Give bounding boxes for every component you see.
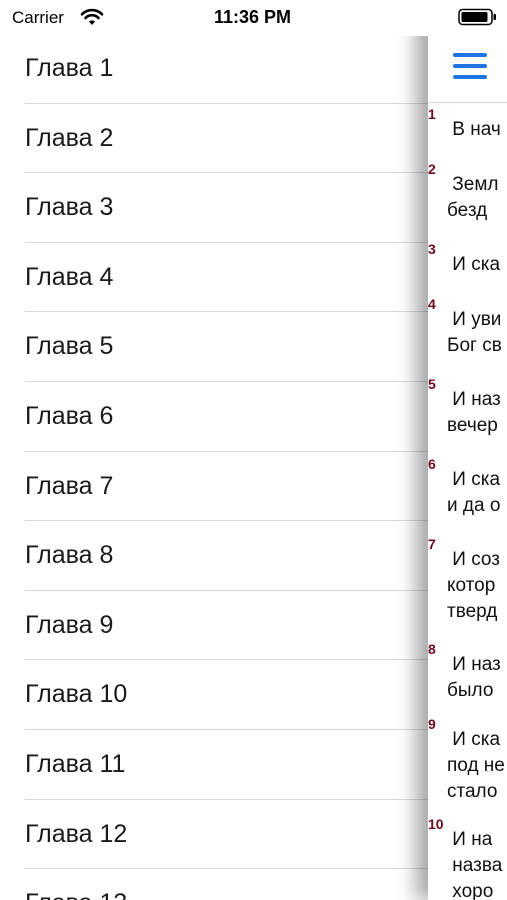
verse-text-line: безд	[447, 200, 488, 221]
status-bar: Carrier 11:36 PM	[0, 0, 507, 36]
chapter-row[interactable]: Глава 1	[0, 34, 428, 104]
chapter-label: Глава 4	[25, 262, 114, 291]
verse-text-line: вечер	[447, 415, 498, 436]
verse: 5 И наз вечер	[428, 372, 507, 452]
verse-text-line: И соз	[447, 549, 500, 570]
verse-text-line: стало	[447, 781, 498, 802]
verse-number: 9	[428, 716, 436, 732]
chapter-label: Глава 7	[25, 471, 114, 500]
chapter-label: Глава 10	[25, 680, 128, 709]
chapter-row[interactable]: Глава 4	[0, 243, 428, 313]
verse-number: 8	[428, 641, 436, 657]
chapter-row[interactable]: Глава 7	[0, 452, 428, 522]
chapter-content-panel[interactable]: 1 В нач 2 Земл безд 3 И ска 4 И уви Бог св 5 И…	[428, 0, 507, 900]
chapter-row[interactable]: Глава 5	[0, 312, 428, 382]
chapter-label: Глава 6	[25, 401, 114, 430]
verse-text-line: котор	[447, 575, 496, 596]
verse: 1 В нач	[428, 102, 507, 157]
chapter-label: Глава 8	[25, 541, 114, 570]
chapter-row[interactable]: Глава 12	[0, 800, 428, 870]
verse: 7 И соз котор тверд	[428, 532, 507, 637]
chapter-label: Глава 1	[25, 54, 114, 82]
verse-text-line: Бог св	[447, 335, 502, 356]
verse-text-line: тверд	[447, 601, 498, 622]
verse: 10 И на назва хоро	[428, 812, 507, 900]
verse-text-line: И ска	[447, 729, 501, 750]
chapter-row[interactable]: Глава 6	[0, 382, 428, 452]
verse-text-line: под не	[447, 755, 505, 776]
carrier-label: Carrier	[12, 8, 64, 27]
chapter-row[interactable]: Глава 3	[0, 173, 428, 243]
chapter-row[interactable]: Глава 13	[0, 869, 428, 900]
verse-number: 7	[428, 536, 436, 552]
chapter-row[interactable]: Глава 10	[0, 660, 428, 730]
verse: 2 Земл безд	[428, 157, 507, 237]
verse-text-line: И наз	[447, 654, 501, 675]
chapter-label: Глава 3	[25, 193, 114, 222]
chapter-row[interactable]: Глава 11	[0, 730, 428, 800]
verse-text-line: И наз	[447, 389, 501, 410]
wifi-icon	[80, 8, 104, 25]
verse-text-line: В нач	[447, 119, 501, 140]
verse-text-line: Земл	[447, 174, 499, 195]
verse-text-line: И ска	[447, 469, 501, 490]
verse: 3 И ска	[428, 237, 507, 292]
verse-number: 10	[428, 816, 444, 832]
verse-text-line: И ска	[447, 254, 501, 275]
verse: 9 И ска под не стало	[428, 712, 507, 812]
verse: 8 И наз было	[428, 637, 507, 712]
chapter-label: Глава 2	[25, 123, 114, 152]
chapter-label: Глава 11	[25, 749, 126, 778]
battery-icon	[458, 8, 496, 26]
verse-text-line: было	[447, 680, 494, 701]
verse-number: 5	[428, 376, 436, 392]
chapter-row[interactable]: Глава 9	[0, 591, 428, 661]
status-time: 11:36 PM	[214, 7, 292, 27]
verse-number: 1	[428, 106, 436, 122]
verse: 6 И ска и да о	[428, 452, 507, 532]
verse-number: 6	[428, 456, 436, 472]
verse-text-line: И уви	[447, 309, 502, 330]
verse-text-line: хоро	[447, 881, 494, 900]
chapter-label: Глава 5	[25, 332, 114, 361]
chapter-row[interactable]: Глава 2	[0, 104, 428, 174]
chapter-row[interactable]: Глава 8	[0, 521, 428, 591]
menu-icon[interactable]	[453, 53, 487, 81]
verse: 4 И уви Бог св	[428, 292, 507, 372]
verse-text-line: назва	[447, 855, 503, 876]
chapter-label: Глава 12	[25, 819, 128, 848]
chapter-list: Глава 1 Глава 2 Глава 3 Глава 4 Глава 5 Глава…	[0, 34, 428, 900]
verse-text-line: И на	[447, 829, 493, 850]
verse-number: 4	[428, 296, 436, 312]
verse-number: 3	[428, 241, 436, 257]
chapter-label: Глава 9	[25, 610, 114, 639]
verse-number: 2	[428, 161, 436, 177]
verse-text-line: и да о	[447, 495, 501, 516]
chapter-label: Глава 13	[25, 869, 127, 900]
